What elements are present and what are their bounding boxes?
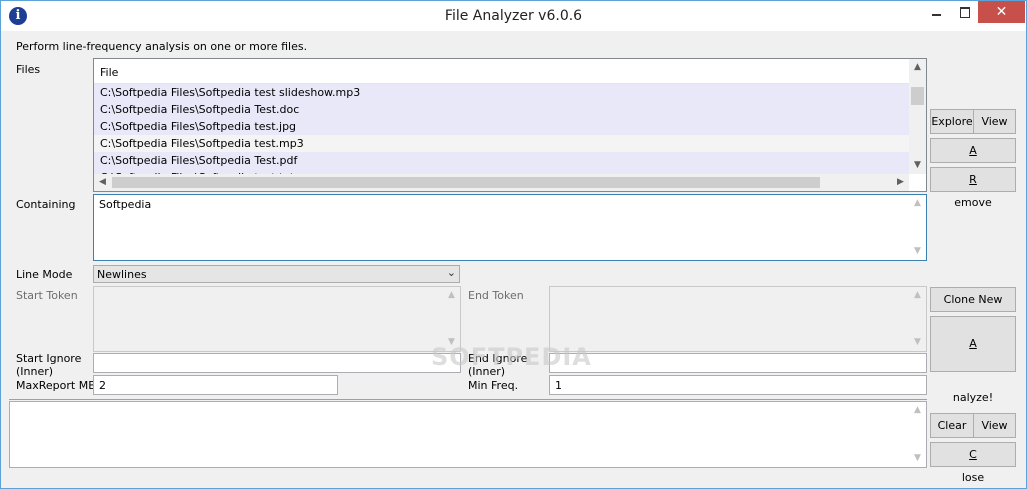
clone-new-button[interactable]: Clone New — [930, 287, 1016, 312]
file-row[interactable]: C:\Softpedia Files\Softpedia test.mp3 — [94, 135, 909, 152]
min-freq-input[interactable]: 1 — [549, 375, 927, 395]
end-token-textarea[interactable]: ▲ ▼ — [549, 286, 927, 352]
view-output-button[interactable]: View — [973, 413, 1016, 438]
chevron-down-icon: ⌄ — [446, 266, 456, 279]
title-bar[interactable]: i File Analyzer v6.0.6 ✕ — [1, 1, 1026, 31]
maximize-button[interactable] — [951, 1, 978, 23]
scroll-up-icon[interactable]: ▲ — [909, 287, 926, 304]
end-token-label: End Token — [468, 289, 524, 302]
files-vertical-scrollbar[interactable]: ▲ ▼ — [909, 59, 926, 174]
file-row[interactable]: C:\Softpedia Files\Softpedia test.jpg — [94, 118, 909, 135]
line-mode-value: Newlines — [97, 268, 147, 281]
window-title: File Analyzer v6.0.6 — [444, 8, 583, 24]
file-row[interactable]: C:\Softpedia Files\Softpedia Test.doc — [94, 101, 909, 118]
scroll-up-icon[interactable]: ▲ — [909, 59, 926, 76]
scroll-up-icon[interactable]: ▲ — [443, 287, 460, 304]
scroll-thumb[interactable] — [112, 177, 820, 188]
files-list-header[interactable]: File — [94, 59, 909, 84]
scroll-down-icon[interactable]: ▼ — [909, 450, 926, 467]
scroll-left-icon[interactable]: ◀ — [94, 174, 111, 191]
start-token-label: Start Token — [16, 289, 78, 302]
start-ignore-label: Start Ignore (Inner) — [16, 352, 82, 378]
scroll-up-icon[interactable]: ▲ — [909, 402, 926, 419]
close-button[interactable]: Close — [930, 442, 1016, 484]
explore-button[interactable]: Explore — [930, 109, 974, 134]
scroll-down-icon[interactable]: ▼ — [909, 157, 926, 174]
file-column-header[interactable]: File — [100, 66, 118, 79]
containing-textarea[interactable]: Softpedia ▲ ▼ — [93, 194, 927, 261]
end-ignore-input[interactable] — [549, 353, 927, 373]
files-list-rows: C:\Softpedia Files\Softpedia test slides… — [94, 84, 909, 186]
files-horizontal-scrollbar[interactable]: ◀ ▶ — [94, 174, 909, 191]
files-label: Files — [16, 63, 41, 76]
clear-button[interactable]: Clear — [930, 413, 974, 438]
end-token-scrollbar[interactable]: ▲ ▼ — [909, 287, 926, 351]
file-row[interactable]: C:\Softpedia Files\Softpedia Test.pdf — [94, 152, 909, 169]
min-freq-value: 1 — [555, 379, 562, 392]
scroll-right-icon[interactable]: ▶ — [892, 174, 909, 191]
scroll-down-icon[interactable]: ▼ — [909, 243, 926, 260]
description-text: Perform line-frequency analysis on one o… — [16, 40, 308, 53]
view-files-button[interactable]: View — [973, 109, 1016, 134]
divider — [9, 399, 927, 400]
output-scrollbar[interactable]: ▲ ▼ — [909, 402, 926, 467]
scroll-up-icon[interactable]: ▲ — [909, 195, 926, 212]
file-row[interactable]: C:\Softpedia Files\Softpedia test slides… — [94, 84, 909, 101]
start-ignore-input[interactable] — [93, 353, 461, 373]
start-token-textarea[interactable]: ▲ ▼ — [93, 286, 461, 352]
scroll-down-icon[interactable]: ▼ — [909, 334, 926, 351]
max-report-label: MaxReport MB — [16, 379, 96, 392]
minimize-button[interactable] — [922, 1, 951, 23]
softpedia-watermark: SOFTPEDIA — [431, 343, 592, 371]
add-button[interactable]: Add — [930, 138, 1016, 180]
max-report-value: 2 — [99, 379, 106, 392]
containing-scrollbar[interactable]: ▲ ▼ — [909, 195, 926, 260]
line-mode-label: Line Mode — [16, 268, 73, 281]
files-list[interactable]: File C:\Softpedia Files\Softpedia test s… — [93, 58, 927, 192]
containing-value: Softpedia — [99, 198, 152, 211]
close-window-button[interactable]: ✕ — [978, 1, 1025, 23]
scroll-thumb[interactable] — [911, 87, 924, 105]
max-report-input[interactable]: 2 — [93, 375, 338, 395]
min-freq-label: Min Freq. — [468, 379, 519, 392]
remove-button[interactable]: Remove — [930, 167, 1016, 209]
containing-label: Containing — [16, 198, 76, 211]
line-mode-select[interactable]: Newlines ⌄ — [93, 265, 460, 283]
start-token-scrollbar[interactable]: ▲ ▼ — [443, 287, 460, 351]
app-window: i File Analyzer v6.0.6 ✕ Perform line-fr… — [0, 0, 1027, 489]
analyze-button[interactable]: Analyze! — [930, 316, 1016, 404]
output-textarea[interactable]: ▲ ▼ — [9, 401, 927, 468]
